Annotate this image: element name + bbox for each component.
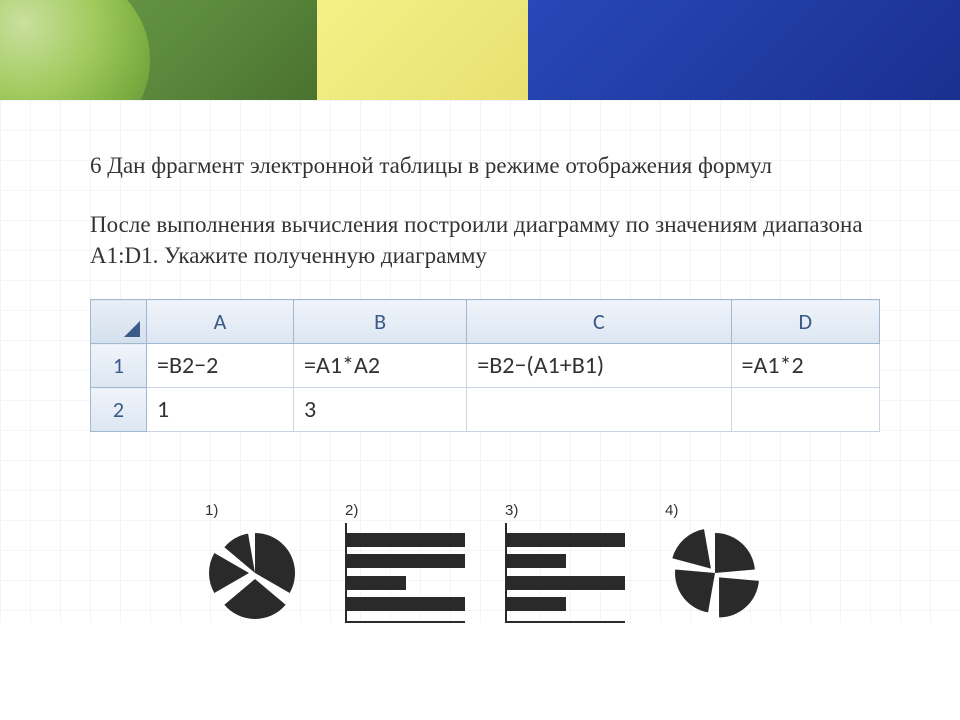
col-header-d[interactable]: D [731, 300, 880, 344]
select-all-corner[interactable] [91, 300, 147, 344]
pie-chart-icon [665, 523, 765, 623]
cell-d1[interactable]: =A1*2 [731, 344, 880, 388]
banner-green [0, 0, 317, 100]
cell-a2[interactable]: 1 [147, 388, 294, 432]
table-row: 1 =B2−2 =A1*A2 =B2−(A1+B1) =A1*2 [91, 344, 880, 388]
cell-c1[interactable]: =B2−(A1+B1) [467, 344, 731, 388]
option-3-label: 3) [505, 502, 518, 519]
answer-options: 1) 2) 3) 4) [90, 502, 880, 623]
option-2[interactable]: 2) [345, 502, 465, 623]
question-subtitle: После выполнения вычисления построили ди… [90, 209, 880, 271]
option-4-label: 4) [665, 502, 678, 519]
bar-chart-icon [345, 523, 465, 623]
pie-chart-icon [205, 523, 305, 623]
question-text: Дан фрагмент электронной таблицы в режим… [107, 153, 772, 178]
row-header-1[interactable]: 1 [91, 344, 147, 388]
option-2-label: 2) [345, 502, 358, 519]
option-3[interactable]: 3) [505, 502, 625, 623]
row-header-2[interactable]: 2 [91, 388, 147, 432]
table-row: 2 1 3 [91, 388, 880, 432]
decorative-banner [0, 0, 960, 100]
col-header-a[interactable]: A [147, 300, 294, 344]
cell-b1[interactable]: =A1*A2 [294, 344, 467, 388]
banner-yellow [317, 0, 528, 100]
option-1-label: 1) [205, 502, 218, 519]
cell-c2[interactable] [467, 388, 731, 432]
bar-chart-icon [505, 523, 625, 623]
option-1[interactable]: 1) [205, 502, 305, 623]
question-title: 6 Дан фрагмент электронной таблицы в реж… [90, 150, 880, 181]
spreadsheet-table: A B C D 1 =B2−2 =A1*A2 =B2−(A1+B1) =A1*2… [90, 299, 880, 432]
cell-b2[interactable]: 3 [294, 388, 467, 432]
banner-blue [528, 0, 960, 100]
option-4[interactable]: 4) [665, 502, 765, 623]
cell-d2[interactable] [731, 388, 880, 432]
col-header-c[interactable]: C [467, 300, 731, 344]
col-header-b[interactable]: B [294, 300, 467, 344]
question-number: 6 [90, 153, 102, 178]
cell-a1[interactable]: =B2−2 [147, 344, 294, 388]
